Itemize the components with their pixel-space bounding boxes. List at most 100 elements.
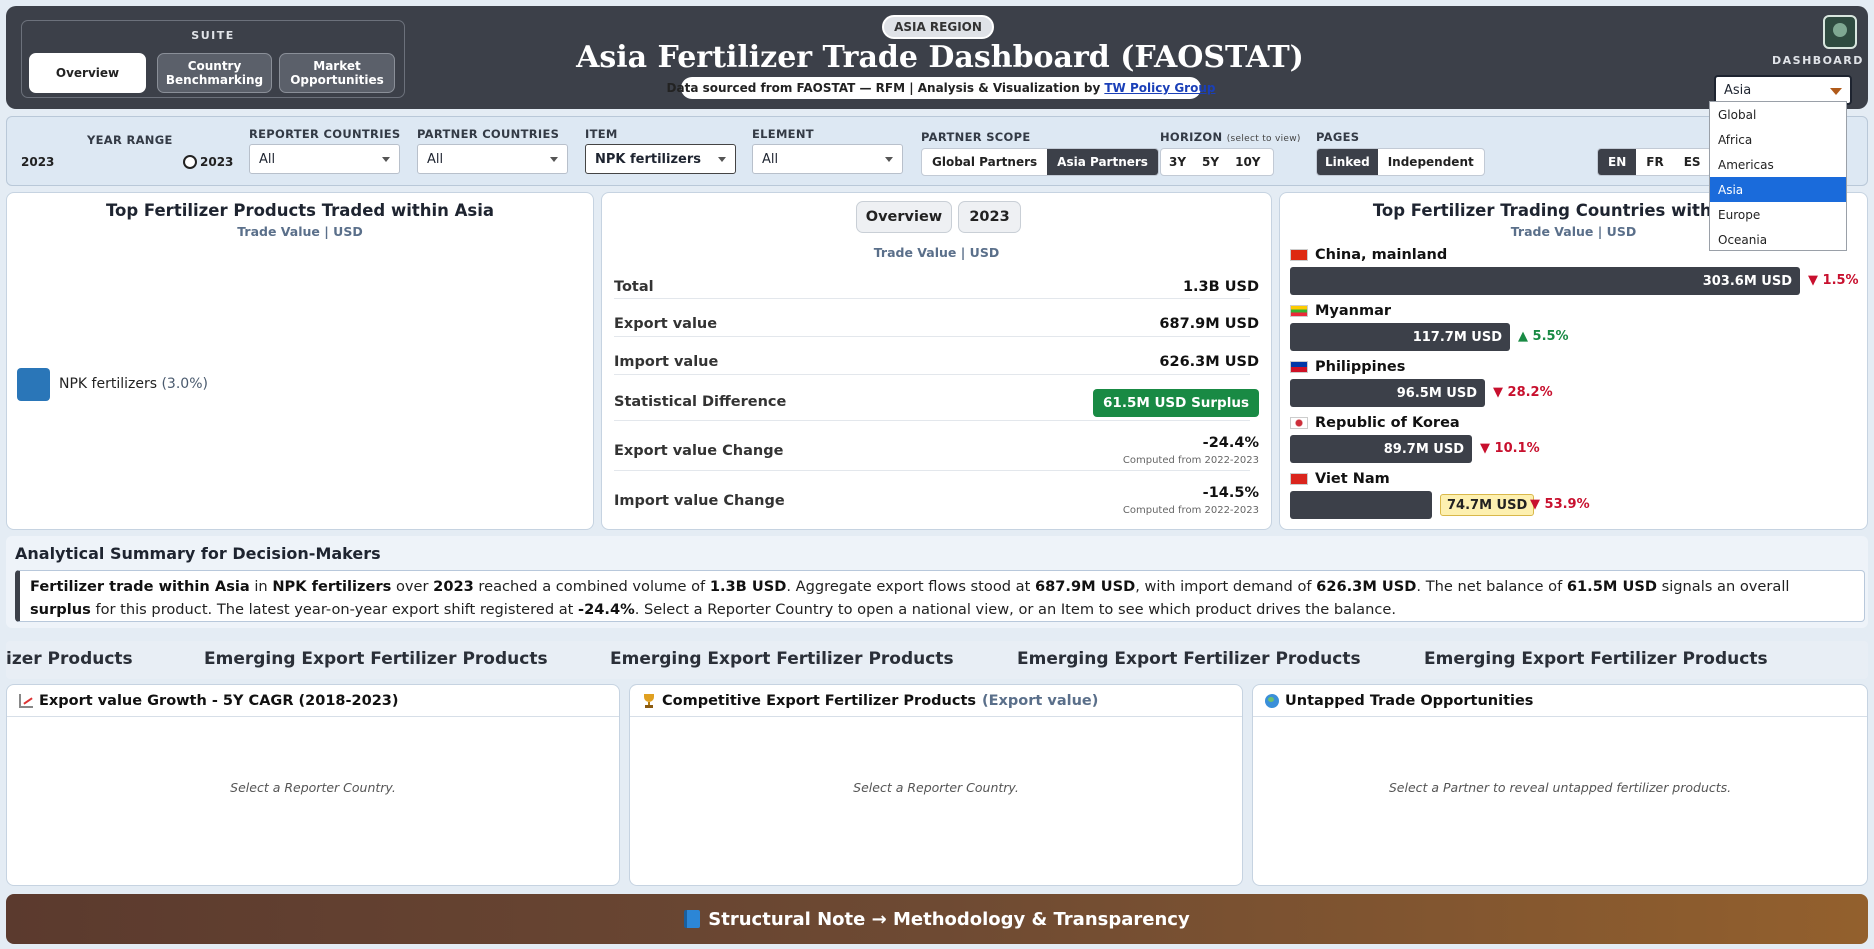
item-value: NPK fertilizers: [595, 151, 702, 167]
change-value: 5.5%: [1532, 329, 1569, 344]
dropdown-option-oceania[interactable]: Oceania: [1710, 227, 1846, 252]
country-name: China, mainland: [1315, 247, 1448, 263]
ticker-item: Emerging Export Fertilizer Products: [204, 649, 548, 669]
element-label: ELEMENT: [752, 127, 814, 141]
chart-icon: [19, 693, 33, 708]
dropdown-option-africa[interactable]: Africa: [1710, 127, 1846, 152]
dropdown-option-global[interactable]: Global: [1710, 102, 1846, 127]
country-bar[interactable]: 89.7M USD: [1290, 435, 1472, 463]
change-indicator: ▼ 28.2%: [1493, 385, 1553, 400]
kpi-value: -14.5%: [1202, 485, 1259, 501]
country-row-korea[interactable]: Republic of Korea: [1290, 415, 1460, 431]
reporter-select[interactable]: All: [249, 144, 400, 174]
kpi-subtitle: Trade Value | USD: [873, 245, 1000, 260]
change-value: 1.5%: [1822, 273, 1859, 288]
reporter-label: REPORTER COUNTRIES: [249, 127, 401, 141]
growth-card-empty: Select a Reporter Country.: [230, 780, 396, 795]
kpi-tab-overview[interactable]: Overview: [856, 201, 952, 233]
competitive-card-title: Competitive Export Fertilizer Products: [662, 692, 977, 709]
dropdown-option-asia[interactable]: Asia: [1710, 177, 1846, 202]
element-select[interactable]: All: [752, 144, 903, 174]
summary-text: Fertilizer trade within Asia in NPK fert…: [15, 570, 1865, 622]
country-bar[interactable]: 303.6M USD: [1290, 267, 1800, 295]
legend-swatch: [17, 368, 50, 401]
partner-value: All: [427, 151, 444, 167]
country-bar[interactable]: 96.5M USD: [1290, 379, 1485, 407]
dropdown-option-americas[interactable]: Americas: [1710, 152, 1846, 177]
tab-market-opportunities[interactable]: Market Opportunities: [279, 53, 395, 93]
dashboard-label: DASHBOARD: [1772, 54, 1864, 67]
horizon-3y-button[interactable]: 3Y: [1161, 149, 1194, 175]
competitive-card-accent: (Export value): [982, 692, 1099, 709]
tab-country-benchmarking[interactable]: Country Benchmarking: [157, 53, 272, 93]
kpi-note: Computed from 2022-2023: [1122, 455, 1259, 466]
chevron-down-icon: [718, 157, 726, 162]
partner-scope-toggle: Global Partners Asia Partners: [921, 148, 1159, 176]
dashboard-dropdown-list: Global Africa Americas Asia Europe Ocean…: [1709, 101, 1847, 251]
horizon-toggle: 3Y 5Y 10Y: [1160, 148, 1274, 176]
dashboard-header: SUITE Overview Country Benchmarking Mark…: [6, 6, 1868, 109]
legend-pct: (3.0%): [161, 376, 208, 392]
methodology-button[interactable]: Structural Note → Methodology & Transpar…: [6, 894, 1868, 944]
year-slider-handle[interactable]: [183, 155, 197, 169]
globe-icon: [1265, 693, 1279, 708]
pages-independent-button[interactable]: Independent: [1378, 149, 1484, 175]
ticker-item: Emerging Export Fertilizer Products: [1017, 649, 1361, 669]
suite-title: SUITE: [191, 29, 235, 42]
country-bar[interactable]: 117.7M USD: [1290, 323, 1510, 351]
horizon-5y-button[interactable]: 5Y: [1194, 149, 1227, 175]
tab-overview[interactable]: Overview: [29, 53, 146, 93]
myanmar-flag-icon: [1290, 305, 1308, 317]
scope-global-button[interactable]: Global Partners: [922, 149, 1047, 175]
country-name: Myanmar: [1315, 303, 1392, 319]
kpi-panel: Overview 2023 Trade Value | USD Total 1.…: [601, 192, 1272, 530]
page-title: Asia Fertilizer Trade Dashboard (FAOSTAT…: [576, 40, 1304, 75]
caret-down-icon: [1830, 88, 1842, 95]
products-title: Top Fertilizer Products Traded within As…: [105, 201, 495, 220]
country-row-philippines[interactable]: Philippines: [1290, 359, 1405, 375]
tw-policy-link[interactable]: TW Policy Group: [1104, 81, 1215, 95]
pages-toggle: Linked Independent: [1316, 148, 1485, 176]
change-indicator: ▼ 10.1%: [1480, 441, 1540, 456]
kpi-label: Import value: [614, 354, 719, 370]
year-end: 2023: [200, 155, 234, 169]
element-value: All: [762, 151, 779, 167]
legend-name: NPK fertilizers: [59, 376, 158, 392]
products-subtitle: Trade Value | USD: [237, 224, 363, 239]
country-row-vietnam[interactable]: Viet Nam: [1290, 471, 1390, 487]
trophy-icon: [642, 693, 656, 708]
growth-card: Export value Growth - 5Y CAGR (2018-2023…: [6, 684, 620, 886]
item-select[interactable]: NPK fertilizers: [585, 144, 736, 174]
surplus-badge: 61.5M USD Surplus: [1093, 389, 1259, 417]
dashboard-selected-value: Asia: [1724, 82, 1752, 98]
lang-fr-button[interactable]: FR: [1636, 149, 1673, 175]
change-value: 53.9%: [1544, 497, 1590, 512]
lang-es-button[interactable]: ES: [1674, 149, 1711, 175]
horizon-10y-button[interactable]: 10Y: [1227, 149, 1268, 175]
kpi-label: Import value Change: [614, 493, 785, 509]
pages-linked-button[interactable]: Linked: [1317, 149, 1378, 175]
country-row-china[interactable]: China, mainland: [1290, 247, 1447, 263]
partner-select[interactable]: All: [417, 144, 568, 174]
competitive-card: Competitive Export Fertilizer Products (…: [629, 684, 1243, 886]
philippines-flag-icon: [1290, 361, 1308, 373]
china-flag-icon: [1290, 249, 1308, 261]
scope-label: PARTNER SCOPE: [921, 130, 1031, 144]
lang-en-button[interactable]: EN: [1598, 149, 1637, 175]
country-row-myanmar[interactable]: Myanmar: [1290, 303, 1391, 319]
horizon-label-text: HORIZON: [1160, 130, 1223, 144]
competitive-card-header: Competitive Export Fertilizer Products (…: [630, 685, 1242, 717]
country-name: Viet Nam: [1315, 471, 1390, 487]
country-bar[interactable]: [1290, 491, 1432, 519]
legend-item[interactable]: NPK fertilizers (3.0%): [59, 376, 208, 392]
kpi-tab-year[interactable]: 2023: [958, 201, 1021, 233]
year-range-label: YEAR RANGE: [87, 133, 173, 147]
horizon-label: HORIZON (select to view): [1160, 130, 1301, 144]
kpi-value: 687.9M USD: [1159, 316, 1259, 332]
kpi-label: Export value Change: [614, 443, 784, 459]
kpi-label: Export value: [614, 316, 718, 332]
dropdown-option-europe[interactable]: Europe: [1710, 202, 1846, 227]
scope-asia-button[interactable]: Asia Partners: [1047, 149, 1158, 175]
korea-flag-icon: [1290, 417, 1308, 429]
kpi-value: 1.3B USD: [1182, 279, 1259, 295]
